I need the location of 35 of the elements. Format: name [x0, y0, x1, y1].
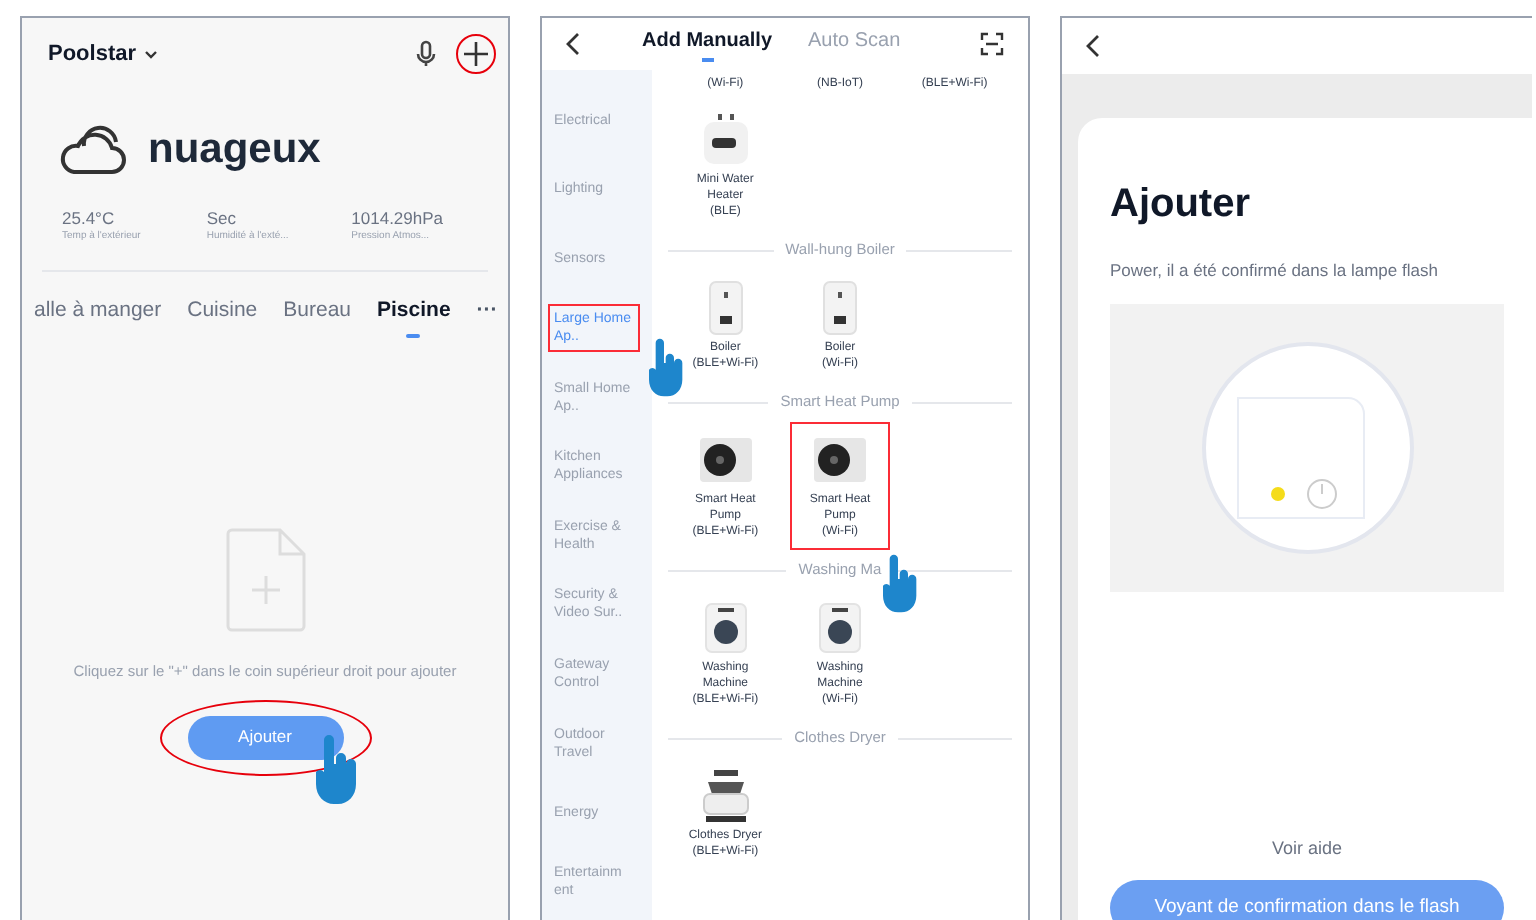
chevron-down-icon: [144, 49, 159, 59]
back-icon[interactable]: [1086, 34, 1102, 58]
water-heater-icon: [701, 114, 750, 166]
add-button[interactable]: Ajouter: [187, 715, 343, 760]
room-tab[interactable]: Bureau: [283, 295, 352, 327]
room-tab[interactable]: alle à manger: [34, 295, 162, 327]
stat-value: 25.4°C: [62, 205, 117, 230]
help-link[interactable]: Voir aide: [1110, 835, 1504, 863]
microphone-icon[interactable]: [416, 40, 436, 68]
boiler-icon: [707, 280, 744, 336]
weather-condition: nuageux: [148, 124, 321, 176]
confirm-button[interactable]: Voyant de confirmation dans le flash: [1110, 880, 1504, 920]
room-tab[interactable]: Piscine: [377, 295, 451, 337]
title: Ajouter: [1110, 180, 1252, 230]
plus-icon: [462, 40, 490, 68]
room-tab[interactable]: Cuisine: [187, 295, 258, 327]
back-icon[interactable]: [566, 32, 582, 56]
washing-machine-icon: [703, 602, 748, 654]
empty-document-icon: [225, 527, 305, 631]
home-name: Poolstar: [48, 39, 137, 70]
heat-pump-icon: [697, 436, 754, 484]
scan-icon[interactable]: [980, 32, 1004, 56]
clothes-dryer-icon: [697, 768, 754, 824]
stat-value: 1014.29hPa: [351, 205, 446, 231]
washing-machine-icon: [817, 602, 862, 654]
description: Power, il a été confirmé dans la lampe flash: [1110, 258, 1440, 284]
home-selector[interactable]: Poolstar: [48, 37, 159, 71]
stat-value: Sec: [206, 205, 238, 230]
more-button[interactable]: ···: [476, 295, 498, 327]
tab[interactable]: Add Manually: [642, 26, 773, 62]
add-device-button[interactable]: [456, 34, 496, 74]
tab[interactable]: Auto Scan: [808, 26, 901, 62]
cloud-icon: [56, 123, 128, 176]
heat-pump-icon: [811, 436, 868, 484]
boiler-icon: [821, 280, 858, 336]
